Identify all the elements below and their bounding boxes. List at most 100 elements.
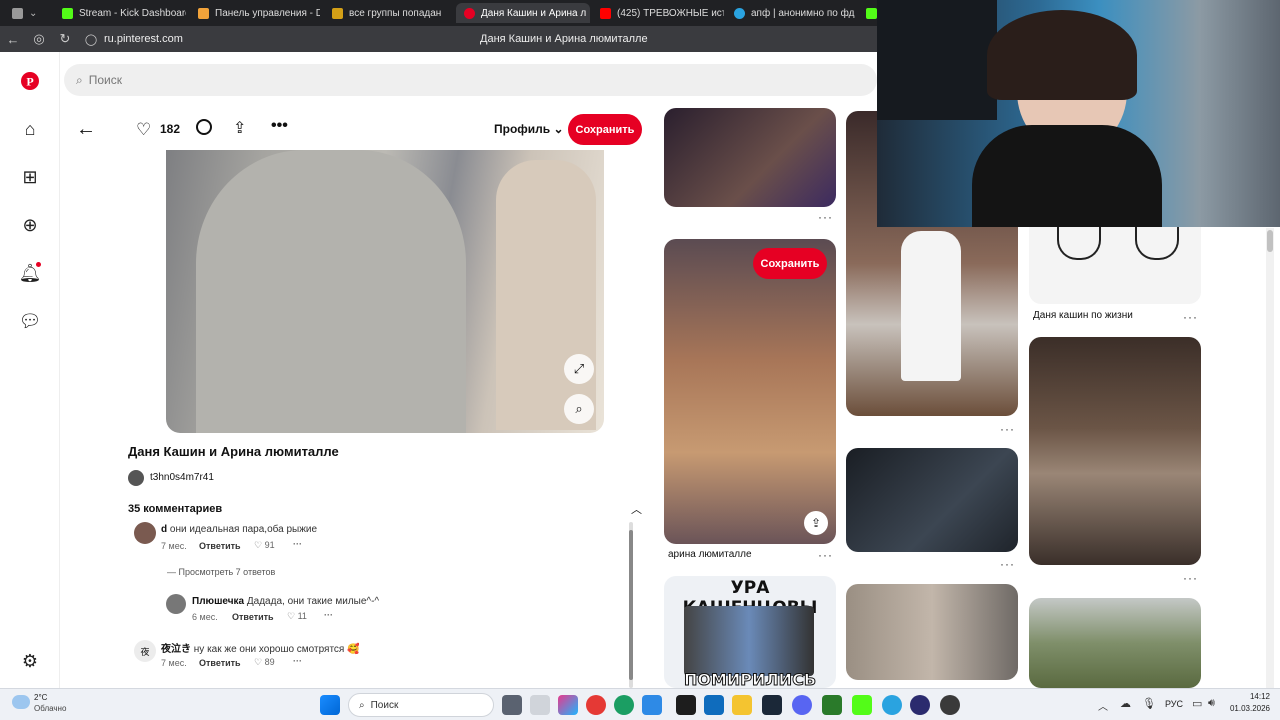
- comment-like[interactable]: ♡ 89: [254, 657, 275, 668]
- taskbar-search[interactable]: ⌕ Поиск: [348, 693, 494, 717]
- language-indicator[interactable]: РУС: [1165, 699, 1183, 709]
- more-icon[interactable]: ···: [1183, 310, 1198, 324]
- webcam-poster: [877, 0, 997, 120]
- folder-icon[interactable]: [732, 695, 752, 715]
- pin-tile-banner[interactable]: УРА КАШЕНЦОВЫ ПОМИРИЛИСЬ: [664, 576, 836, 688]
- tab-kick-2[interactable]: [858, 3, 877, 23]
- heart-icon[interactable]: ♡: [136, 120, 151, 140]
- pin-tile-arina[interactable]: Сохранить ⇪: [664, 239, 836, 544]
- reply-button[interactable]: Ответить: [199, 658, 241, 668]
- app-icon[interactable]: [530, 695, 550, 715]
- minecraft-icon[interactable]: [822, 695, 842, 715]
- reload-icon[interactable]: ↻: [52, 31, 78, 47]
- microphone-icon[interactable]: 🎙︎: [1142, 697, 1156, 710]
- discord-icon[interactable]: [792, 695, 812, 715]
- pin-tile[interactable]: [664, 108, 836, 207]
- save-button[interactable]: Сохранить: [568, 114, 642, 145]
- kick-icon: [62, 7, 73, 19]
- telegram-icon[interactable]: [882, 695, 902, 715]
- tab-youtube[interactable]: (425) ТРЕВОЖНЫЕ истор: [592, 3, 724, 23]
- chevron-up-icon[interactable]: ︿: [631, 501, 642, 517]
- more-icon[interactable]: ···: [818, 210, 833, 224]
- back-icon[interactable]: ←: [0, 32, 26, 47]
- app-icon[interactable]: [852, 695, 872, 715]
- tab-menu[interactable]: ⌄: [4, 3, 50, 23]
- clock-time[interactable]: 14:12: [1230, 692, 1270, 701]
- visual-search-icon[interactable]: ⌕: [564, 394, 594, 424]
- more-icon[interactable]: ···: [1000, 557, 1015, 571]
- app-icon[interactable]: [676, 695, 696, 715]
- back-arrow-icon[interactable]: ←: [76, 118, 96, 141]
- author-name[interactable]: t3hn0s4m7r41: [150, 472, 214, 483]
- comments-count: 35 комментариев: [128, 503, 223, 515]
- pin-tile[interactable]: [1029, 337, 1201, 565]
- search-bar[interactable]: ⌕ Поиск: [64, 64, 877, 96]
- profile-dropdown[interactable]: Профиль ⌄: [494, 122, 564, 136]
- task-view-icon[interactable]: [502, 695, 522, 715]
- pin-caption[interactable]: арина люмиталле: [668, 549, 752, 560]
- tab-kick[interactable]: Stream - Kick Dashboard: [54, 3, 186, 23]
- search-input[interactable]: Поиск: [89, 73, 122, 87]
- avatar[interactable]: [166, 594, 186, 614]
- yandex-browser-icon[interactable]: [586, 695, 606, 715]
- store-icon[interactable]: [642, 695, 662, 715]
- pin-caption[interactable]: Даня кашин по жизни: [1033, 310, 1133, 321]
- tab-groups[interactable]: все группы попадан: [324, 3, 454, 23]
- pin-tile[interactable]: [846, 584, 1018, 680]
- share-icon[interactable]: ⇪: [233, 118, 246, 138]
- weather-icon[interactable]: [12, 695, 30, 709]
- heart-icon: ♡: [254, 540, 263, 550]
- pin-tile[interactable]: [846, 448, 1018, 552]
- more-icon[interactable]: ···: [293, 656, 302, 666]
- page-scrollbar[interactable]: [1266, 228, 1274, 688]
- tab-pinterest[interactable]: Даня Кашин и Арина л✕: [456, 3, 590, 23]
- more-icon[interactable]: ···: [818, 548, 833, 562]
- comment-like[interactable]: ♡ 91: [254, 540, 275, 551]
- clock-date[interactable]: 01.03.2026: [1222, 704, 1270, 713]
- reply-button[interactable]: Ответить: [232, 612, 274, 622]
- pin-tile[interactable]: [1029, 598, 1201, 688]
- save-button[interactable]: Сохранить: [753, 248, 827, 279]
- app-icon[interactable]: [910, 695, 930, 715]
- more-icon[interactable]: ···: [293, 539, 302, 549]
- app-icon[interactable]: [558, 695, 578, 715]
- comment-icon[interactable]: [196, 119, 212, 135]
- more-icon[interactable]: •••: [271, 117, 288, 135]
- more-icon[interactable]: ···: [1000, 422, 1015, 436]
- view-replies-button[interactable]: — Просмотреть 7 ответов: [167, 567, 275, 577]
- chevron-up-icon[interactable]: ︿: [1098, 698, 1108, 713]
- pin-tile-meme[interactable]: [1029, 226, 1201, 304]
- cloud-icon[interactable]: ☁: [1120, 697, 1131, 710]
- messages-icon[interactable]: 💬︎: [19, 310, 42, 332]
- notifications-icon[interactable]: 🔔︎: [19, 262, 41, 284]
- network-icon[interactable]: ▭: [1192, 697, 1202, 710]
- weather-text: Облачно: [34, 704, 67, 713]
- comments-scrollbar[interactable]: [629, 522, 633, 688]
- shield-icon[interactable]: ◯: [78, 33, 104, 46]
- comment-like[interactable]: ♡ 11: [287, 611, 307, 622]
- url-field[interactable]: ru.pinterest.com: [104, 33, 404, 45]
- create-icon[interactable]: ⊕: [19, 214, 41, 236]
- avatar[interactable]: 夜: [134, 640, 156, 662]
- tab-telegram[interactable]: апф | анонимно по фд: [726, 3, 858, 23]
- settings-icon[interactable]: ⚙: [19, 650, 41, 672]
- avatar[interactable]: [134, 522, 156, 544]
- telegram-icon: [734, 7, 745, 19]
- mail-icon[interactable]: [704, 695, 724, 715]
- start-button[interactable]: [320, 695, 340, 715]
- more-icon[interactable]: ···: [324, 610, 333, 620]
- more-icon[interactable]: ···: [1183, 571, 1198, 585]
- avatar[interactable]: [128, 470, 144, 486]
- tab-dashboard[interactable]: Панель управления - Dor: [190, 3, 320, 23]
- steam-icon[interactable]: [762, 695, 782, 715]
- volume-icon[interactable]: 🔊︎: [1208, 697, 1215, 710]
- share-icon[interactable]: ⇪: [804, 511, 828, 535]
- home-icon[interactable]: ⌂: [19, 118, 41, 140]
- explore-icon[interactable]: ⊞: [19, 166, 41, 188]
- edge-icon[interactable]: [614, 695, 634, 715]
- obs-icon[interactable]: [940, 695, 960, 715]
- pinterest-logo-icon[interactable]: P: [19, 70, 41, 92]
- reply-button[interactable]: Ответить: [199, 541, 241, 551]
- history-icon[interactable]: ◎: [26, 31, 52, 47]
- expand-icon[interactable]: ⤢: [564, 354, 594, 384]
